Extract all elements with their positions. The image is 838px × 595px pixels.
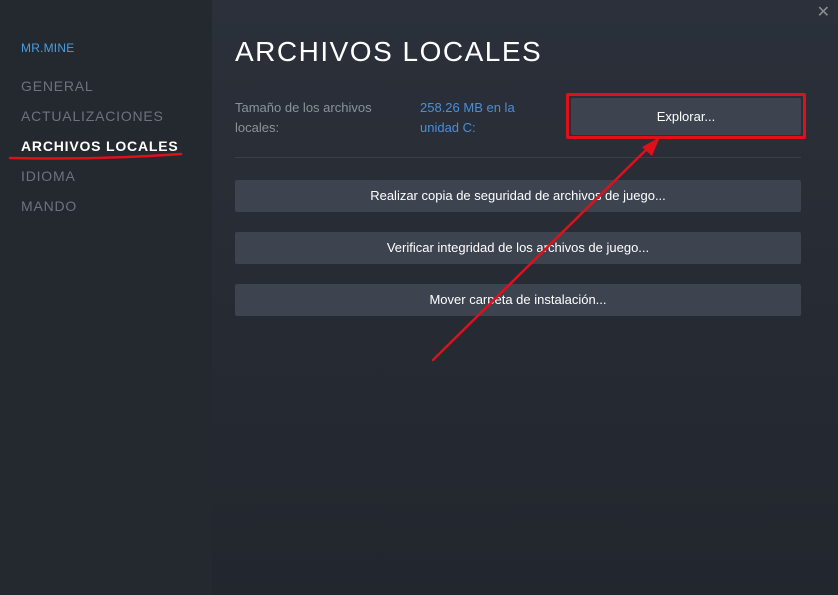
close-icon[interactable]: ✕	[817, 2, 830, 22]
backup-game-files-button[interactable]: Realizar copia de seguridad de archivos …	[235, 180, 801, 212]
game-name: MR.MINE	[21, 41, 75, 55]
sidebar-item-idioma[interactable]: IDIOMA	[21, 168, 76, 184]
verify-integrity-button[interactable]: Verificar integridad de los archivos de …	[235, 232, 801, 264]
explore-button[interactable]: Explorar...	[571, 98, 801, 135]
move-install-folder-button[interactable]: Mover carpeta de instalación...	[235, 284, 801, 316]
local-files-size-value: 258.26 MB en la unidad C:	[420, 100, 515, 135]
sidebar-item-actualizaciones[interactable]: ACTUALIZACIONES	[21, 108, 164, 124]
local-files-size-label: Tamaño de los archivos locales:	[235, 100, 372, 135]
divider	[235, 157, 801, 158]
page-title: ARCHIVOS LOCALES	[235, 36, 543, 67]
sidebar-item-general[interactable]: GENERAL	[21, 78, 94, 94]
sidebar-item-mando[interactable]: MANDO	[21, 198, 77, 214]
sidebar: MR.MINE GENERAL ACTUALIZACIONES ARCHIVOS…	[0, 0, 212, 595]
sidebar-item-archivos-locales[interactable]: ARCHIVOS LOCALES	[21, 138, 178, 154]
main-panel: ✕ ARCHIVOS LOCALES Tamaño de los archivo…	[212, 0, 838, 595]
